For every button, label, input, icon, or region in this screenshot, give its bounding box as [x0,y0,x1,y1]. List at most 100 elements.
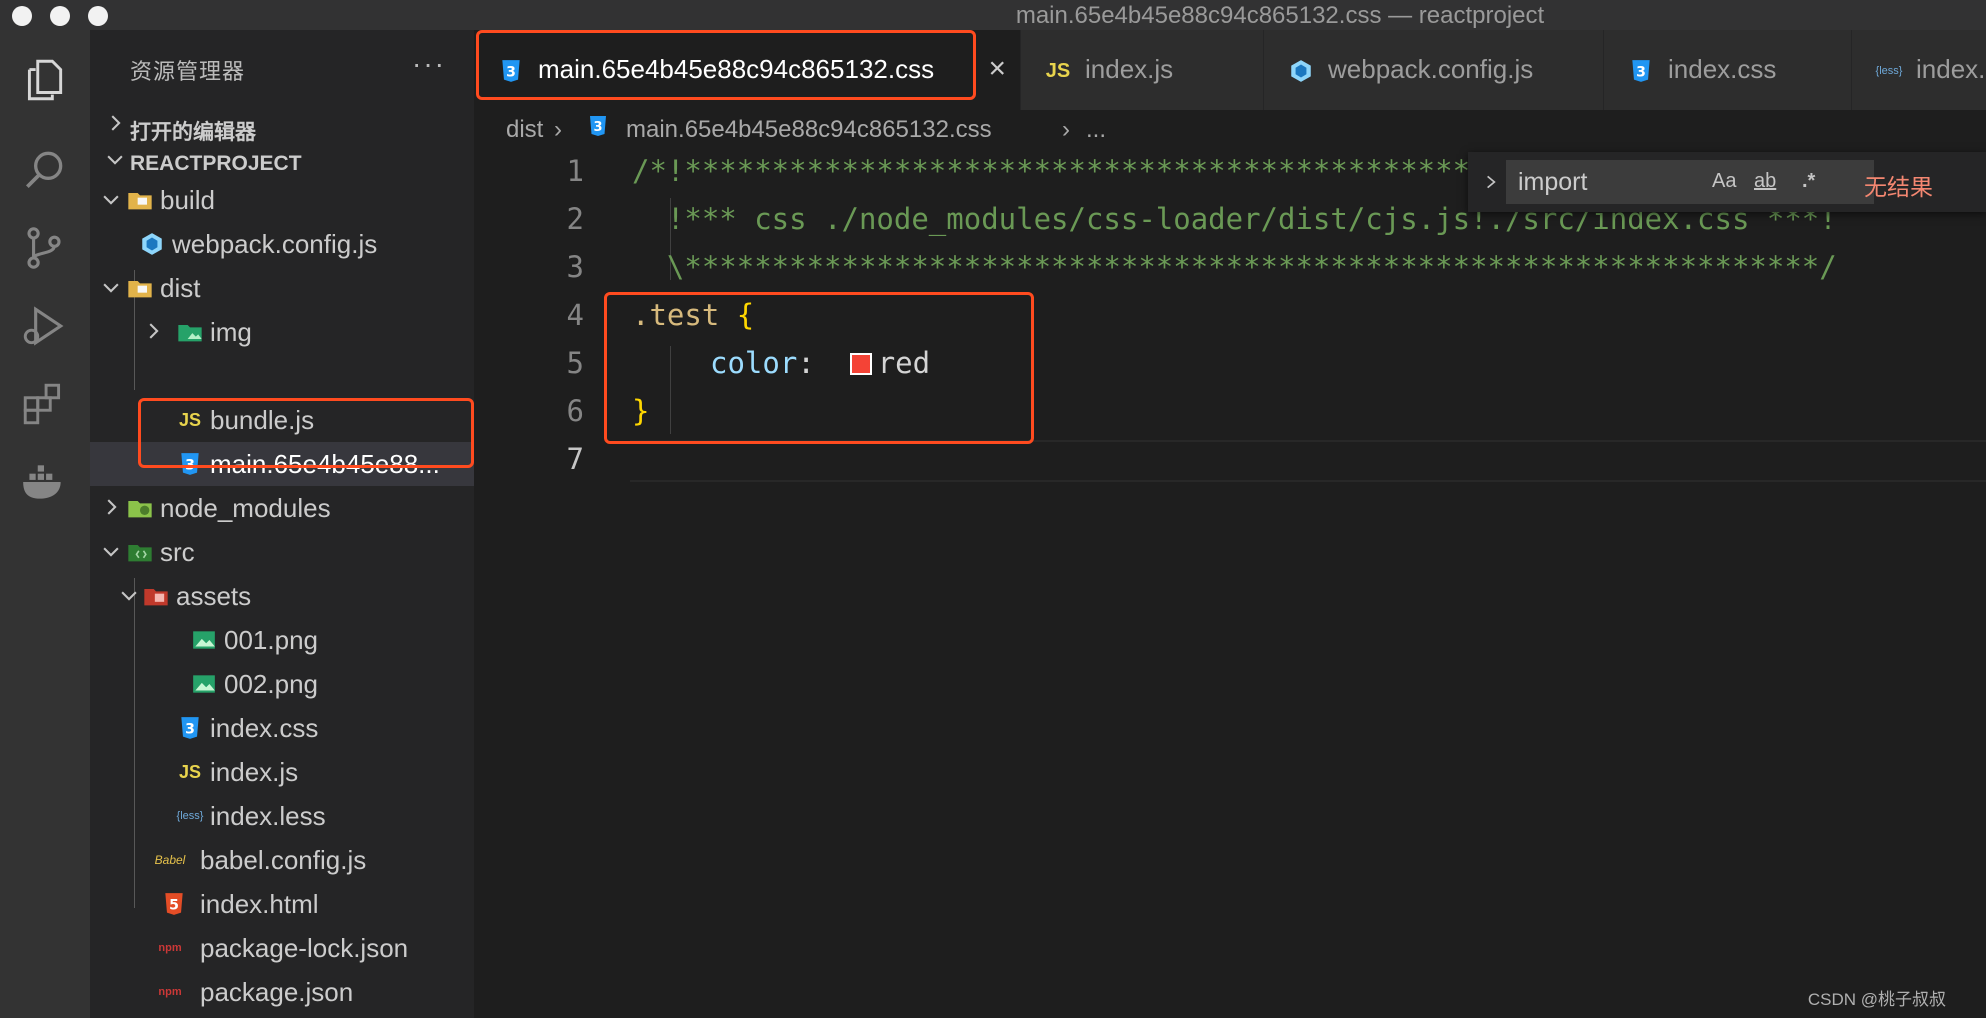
line-number: 3 [566,250,584,284]
chevron-down-icon [121,591,137,601]
tree-file-index-html[interactable]: 5 index.html [90,882,474,926]
source-control-icon[interactable] [16,220,72,276]
code-line-3: \***************************************… [632,250,1837,284]
tab-label: index.css [1668,54,1777,84]
tree-label: index.css [210,713,319,743]
svg-text:3: 3 [1636,64,1646,80]
tab-webpack-config[interactable]: webpack.config.js [1264,30,1604,110]
open-editors-section[interactable]: 打开的编辑器 [90,108,474,148]
tree-folder-src[interactable]: src [90,530,474,574]
tree-file-index-js[interactable]: JS index.js [90,750,474,794]
tree-file-package-lock[interactable]: npm package-lock.json [90,926,474,970]
chevron-right-icon [149,323,159,339]
tree-label: dist [160,273,201,303]
tree-file-index-css[interactable]: 3 index.css [90,706,474,750]
tree-file-package-json[interactable]: npm package.json [90,970,474,1014]
tree-label: assets [176,581,252,611]
activity-bar [0,30,90,1018]
tab-index-js[interactable]: JS index.js [1021,30,1264,110]
src-folder-icon [126,538,154,566]
tree-label: index.js [210,757,299,787]
tree-label: webpack.config.js [172,229,378,259]
regex-icon[interactable]: .* [1802,170,1815,193]
find-result: 无结果 [1864,174,1933,200]
line-number: 4 [566,298,584,332]
tree-label: index.less [210,801,326,831]
tab-index-less[interactable]: {less} index.l [1852,30,1986,110]
tree-label: src [160,537,195,567]
tab-index-css[interactable]: 3 index.css [1604,30,1852,110]
breadcrumb-folder[interactable]: dist [506,116,543,144]
extensions-icon[interactable] [16,376,72,432]
css-file-icon: 3 [176,714,204,742]
babel-file-icon: Babel [154,853,186,867]
explorer-icon[interactable] [16,52,72,108]
code-editor[interactable]: 1 2 3 4 5 6 7 /*!***********************… [474,150,1986,1018]
tree-file-babel-config[interactable]: Babel babel.config.js [90,838,474,882]
tree-label: node_modules [160,493,331,523]
tree-label: img [210,317,252,347]
tree-label: 002.png [224,669,318,699]
css-file-icon: 3 [1626,56,1656,86]
tree-folder-assets[interactable]: assets [90,574,474,618]
breadcrumb-file[interactable]: main.65e4b45e88c94c865132.css [626,116,992,144]
docker-icon[interactable] [16,454,72,510]
npm-file-icon: npm [158,942,182,954]
tree-folder-node-modules[interactable]: node_modules [90,486,474,530]
webpack-icon [138,230,166,258]
whole-word-icon[interactable]: ab [1754,170,1776,193]
find-query: import [1518,168,1588,196]
line-number: 5 [566,346,584,380]
watermark: CSDN @桃子叔叔 [1807,990,1946,1009]
open-editors-label: 打开的编辑器 [130,121,256,144]
run-debug-icon[interactable] [16,298,72,354]
svg-text:5: 5 [169,897,179,913]
tree-folder-dist[interactable]: dist [90,266,474,310]
search-icon[interactable] [16,142,72,198]
js-file-icon: JS [1045,59,1071,82]
find-widget: import Aa ab .* 无结果 [1468,152,1986,212]
image-file-icon [190,670,218,698]
assets-folder-icon [142,582,170,610]
tree-folder-img[interactable]: img [90,310,474,354]
tree-file-index-less[interactable]: {less} index.less [90,794,474,838]
breadcrumb-more[interactable]: ... [1086,116,1106,144]
tree-folder-build[interactable]: build [90,178,474,222]
toggle-replace-icon[interactable] [1482,172,1500,192]
explorer-sidebar: 资源管理器 ··· 打开的编辑器 REACTPROJECT build webp… [90,30,474,1018]
tab-label: webpack.config.js [1328,54,1534,84]
npm-file-icon: npm [158,986,182,998]
tree-file-webpack-config[interactable]: webpack.config.js [90,222,474,266]
tree-label: index.html [200,889,319,919]
find-input[interactable]: import Aa ab .* [1506,160,1874,204]
svg-text:3: 3 [593,120,602,135]
breadcrumb: dist › 3 main.65e4b45e88c94c865132.css ›… [474,110,1986,150]
chevron-down-icon [103,195,119,205]
chevron-right-icon [107,499,117,515]
more-actions-icon[interactable]: ··· [412,48,446,80]
folder-open-icon [126,274,154,302]
highlight-box-tab [476,30,976,100]
html-file-icon: 5 [160,890,188,918]
tree-label: 001.png [224,625,318,655]
highlight-box-code [604,292,1034,444]
chevron-right-icon [111,115,121,131]
line-number: 1 [566,154,584,188]
chevron-right-icon: › [1062,116,1070,143]
tree-label: build [160,185,215,215]
tree-file-001-png[interactable]: 001.png [90,618,474,662]
current-line-highlight [630,440,1986,482]
chevron-down-icon [103,547,119,557]
project-label: REACTPROJECT [130,152,302,175]
chevron-down-icon [103,283,119,293]
window-title: main.65e4b45e88c94c865132.css — reactpro… [1015,2,1545,29]
title-bar: main.65e4b45e88c94c865132.css — reactpro… [0,0,1986,30]
match-case-icon[interactable]: Aa [1712,170,1736,193]
highlight-box-tree-item [138,398,474,468]
folder-open-icon [126,186,154,214]
chevron-down-icon [107,155,123,165]
tab-label: index.l [1916,54,1986,84]
tree-file-002-png[interactable]: 002.png [90,662,474,706]
less-file-icon: {less} [1875,65,1903,77]
close-icon[interactable]: × [988,52,1006,86]
